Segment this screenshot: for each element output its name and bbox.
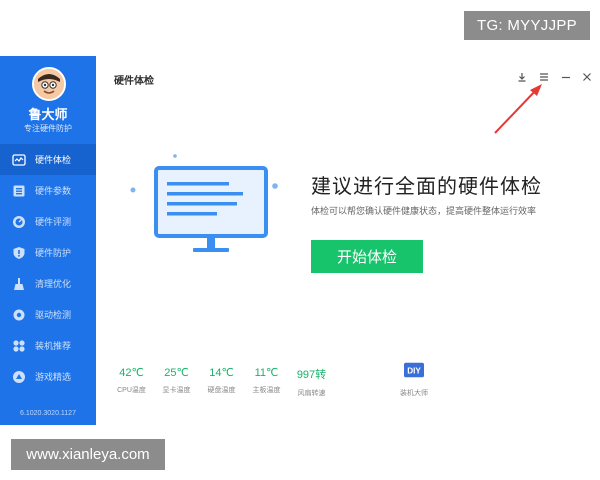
- list-icon: [12, 184, 26, 198]
- broom-icon: [12, 277, 26, 291]
- page-title: 硬件体检: [114, 76, 154, 87]
- sidebar-item-label: 清理优化: [35, 279, 72, 289]
- diy-master-link[interactable]: DIY 装机大师: [394, 362, 434, 398]
- watermark-site: www.xianleya.com: [11, 439, 165, 470]
- close-icon[interactable]: [580, 70, 594, 84]
- stat-fan-speed: 997转 风扇转速: [290, 366, 333, 398]
- sidebar-item-label: 硬件体检: [35, 155, 72, 165]
- sidebar-item-build-recommend[interactable]: 装机推荐: [0, 330, 96, 361]
- gauge-icon: [12, 215, 26, 229]
- gear-icon: [12, 308, 26, 322]
- stat-cpu-temp: 42℃ CPU温度: [110, 366, 153, 398]
- stat-value: 997转: [296, 369, 327, 381]
- brand-slogan: 专注硬件防护: [24, 124, 72, 133]
- stat-label: 显卡温度: [162, 387, 191, 394]
- stat-gpu-temp: 25℃ 显卡温度: [155, 366, 198, 398]
- diy-icon: DIY: [404, 362, 424, 378]
- minimize-icon[interactable]: [559, 70, 573, 84]
- grid-icon: [12, 339, 26, 353]
- stat-board-temp: 11℃ 主板温度: [245, 366, 288, 398]
- sidebar-item-game-picks[interactable]: 游戏精选: [0, 361, 96, 392]
- sidebar-item-hardware-checkup[interactable]: 硬件体检: [0, 144, 96, 175]
- app-window: 鲁大师 专注硬件防护 硬件体检 硬件参数 硬件评测 硬件防护 清理优化 驱动检测…: [0, 56, 600, 425]
- stat-value: 25℃: [164, 367, 189, 379]
- diy-label: 装机大师: [400, 390, 428, 397]
- avatar[interactable]: [32, 67, 66, 101]
- sensor-stats: 42℃ CPU温度 25℃ 显卡温度 14℃ 硬盘温度 11℃ 主板温度 997…: [110, 366, 335, 398]
- sidebar-nav: 硬件体检 硬件参数 硬件评测 硬件防护 清理优化 驱动检测 装机推荐 游戏精选: [0, 144, 96, 392]
- stat-label: 硬盘温度: [207, 387, 236, 394]
- hero-title: 建议进行全面的硬件体检: [311, 176, 542, 198]
- sidebar-item-driver-check[interactable]: 驱动检测: [0, 299, 96, 330]
- sidebar-item-cleanup[interactable]: 清理优化: [0, 268, 96, 299]
- sidebar-item-label: 硬件参数: [35, 186, 72, 196]
- stat-value: 42℃: [119, 367, 144, 379]
- watermark-tg: TG: MYYJJPP: [464, 11, 590, 40]
- gamepad-icon: [12, 370, 26, 384]
- diy-badge-text: DIY: [407, 367, 421, 376]
- sidebar: 鲁大师 专注硬件防护 硬件体检 硬件参数 硬件评测 硬件防护 清理优化 驱动检测…: [0, 56, 96, 425]
- sidebar-item-label: 硬件防护: [35, 248, 72, 258]
- brand-name: 鲁大师: [28, 107, 68, 122]
- stat-label: CPU温度: [117, 387, 146, 394]
- pulse-icon: [12, 153, 26, 167]
- stat-disk-temp: 14℃ 硬盘温度: [200, 366, 243, 398]
- sidebar-item-label: 游戏精选: [35, 372, 72, 382]
- stat-label: 风扇转速: [297, 390, 326, 397]
- stat-label: 主板温度: [252, 387, 281, 394]
- sidebar-item-hardware-benchmark[interactable]: 硬件评测: [0, 206, 96, 237]
- sidebar-item-hardware-protection[interactable]: 硬件防护: [0, 237, 96, 268]
- version-label: 6.1020.3020.1127: [20, 410, 76, 417]
- stat-value: 14℃: [209, 367, 234, 379]
- sidebar-item-label: 装机推荐: [35, 341, 72, 351]
- sidebar-item-label: 驱动检测: [35, 310, 72, 320]
- annotation-arrow: [494, 84, 542, 134]
- sidebar-item-label: 硬件评测: [35, 217, 72, 227]
- hero-subtitle: 体检可以帮您确认硬件健康状态，提高硬件整体运行效率: [311, 206, 537, 216]
- shield-icon: [12, 246, 26, 260]
- sidebar-item-hardware-params[interactable]: 硬件参数: [0, 175, 96, 206]
- stat-value: 11℃: [254, 367, 279, 379]
- monitor-illustration: [130, 154, 278, 252]
- start-checkup-button[interactable]: 开始体检: [311, 240, 423, 273]
